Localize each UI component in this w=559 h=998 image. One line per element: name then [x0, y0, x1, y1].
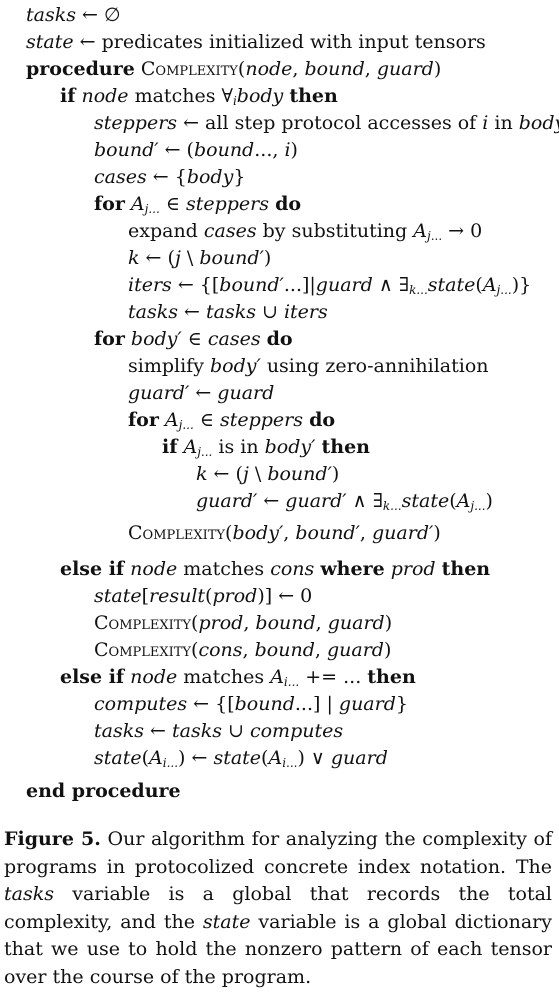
algorithm-line: tasks ← tasks ∪ iters [128, 301, 328, 323]
algorithm-line: expand cases by substituting Aj... → 0 [128, 220, 483, 243]
algorithm-line: guard′ ← guard′ ∧ ∃k...state(Aj...) [196, 490, 493, 513]
algorithm-line: if node matches ∀ibody then [60, 85, 338, 108]
algorithm-line: guard′ ← guard [128, 382, 275, 404]
algorithm-line: else if node matches cons where prod the… [60, 558, 491, 580]
algorithm-line: tasks ← tasks ∪ computes [94, 720, 344, 742]
algorithm-line: state ← predicates initialized with inpu… [26, 31, 486, 53]
algorithm-line: k ← (j \ bound′) [128, 247, 272, 269]
algorithm-line: cases ← {body} [94, 166, 246, 188]
algorithm-line: k ← (j \ bound′) [196, 463, 340, 485]
algorithm-line: Complexity(prod, bound, guard) [94, 612, 393, 634]
algorithm-line: else if node matches Ai... += ... then [60, 666, 416, 689]
algorithm-line: state(Ai...) ← state(Ai...) ∨ guard [94, 747, 388, 770]
algorithm-line: state[result(prod)] ← 0 [94, 585, 313, 607]
figure-label: Figure 5. [4, 828, 101, 850]
algorithm-line: for body′ ∈ cases do [94, 328, 293, 350]
algorithm-line: iters ← {[bound′...]|guard ∧ ∃k...state(… [128, 274, 532, 297]
figure-caption: Figure 5. Our algorithm for analyzing th… [4, 826, 552, 992]
algorithm-line: steppers ← all step protocol accesses of… [94, 112, 559, 134]
algorithm-line: bound′ ← (bound..., i) [94, 139, 298, 161]
algorithm-line: procedure Complexity(node, bound, guard) [26, 58, 442, 80]
algorithm-line: tasks ← ∅ [26, 4, 121, 26]
algorithm-line: simplify body′ using zero-annihilation [128, 355, 489, 377]
algorithm-line: for Aj... ∈ steppers do [94, 193, 302, 216]
algorithm-line: Complexity(body′, bound′, guard′) [128, 522, 441, 544]
algorithm-line: Complexity(cons, bound, guard) [94, 639, 392, 661]
caption-text: Our algorithm for analyzing the complexi… [4, 828, 553, 988]
algorithm-line: end procedure [26, 780, 181, 802]
algorithm-line: for Aj... ∈ steppers do [128, 409, 336, 432]
algorithm-line: if Aj... is in body′ then [162, 436, 370, 459]
algorithm-line: computes ← {[bound...] | guard} [94, 693, 408, 715]
